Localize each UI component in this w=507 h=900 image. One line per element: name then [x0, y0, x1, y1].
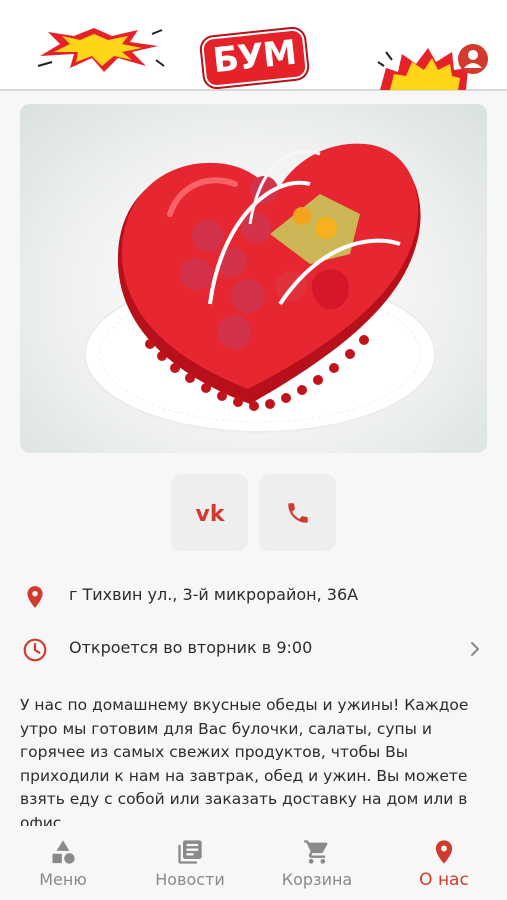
bottom-tab-bar: Меню Новости Корзина О нас: [0, 826, 507, 900]
user-profile-button[interactable]: [458, 44, 488, 74]
tab-about[interactable]: О нас: [381, 826, 507, 900]
location-pin-icon: [27, 586, 43, 608]
vk-icon: vk: [195, 502, 225, 525]
tab-news[interactable]: Новости: [127, 826, 253, 900]
app-header: БУМ: [0, 0, 507, 91]
address-row[interactable]: г Тихвин ул., 3-й микрорайон, 36А: [0, 576, 507, 616]
about-description: У нас по домашнему вкусные обеды и ужины…: [20, 696, 469, 832]
tab-about-label: О нас: [419, 870, 469, 890]
tab-menu-label: Меню: [39, 870, 87, 889]
phone-button[interactable]: [259, 474, 336, 551]
tab-news-label: Новости: [155, 870, 225, 889]
chevron-right-icon: [471, 642, 479, 656]
location-pin-icon: [435, 840, 453, 864]
brand-logo-text: БУМ: [202, 29, 306, 87]
cake-image: [84, 143, 436, 433]
shapes-icon: [52, 840, 75, 864]
address-text: г Тихвин ул., 3-й микрорайон, 36А: [69, 585, 359, 604]
clock-icon: [23, 638, 47, 662]
comic-burst-left-decoration: [37, 28, 165, 72]
svg-text:vk: vk: [195, 502, 225, 525]
cart-icon: [304, 840, 328, 864]
news-icon: [178, 840, 202, 864]
tab-cart-label: Корзина: [281, 870, 353, 889]
vk-button[interactable]: vk: [171, 474, 248, 551]
brand-logo[interactable]: БУМ: [202, 29, 306, 87]
opening-hours-row[interactable]: Откроется во вторник в 9:00: [0, 629, 507, 669]
tab-menu[interactable]: Меню: [0, 826, 126, 900]
opening-hours-text: Откроется во вторник в 9:00: [69, 638, 313, 657]
user-icon: [464, 50, 482, 68]
phone-icon: [287, 502, 308, 523]
hero-cake-image: [20, 104, 487, 453]
tab-cart[interactable]: Корзина: [254, 826, 380, 900]
